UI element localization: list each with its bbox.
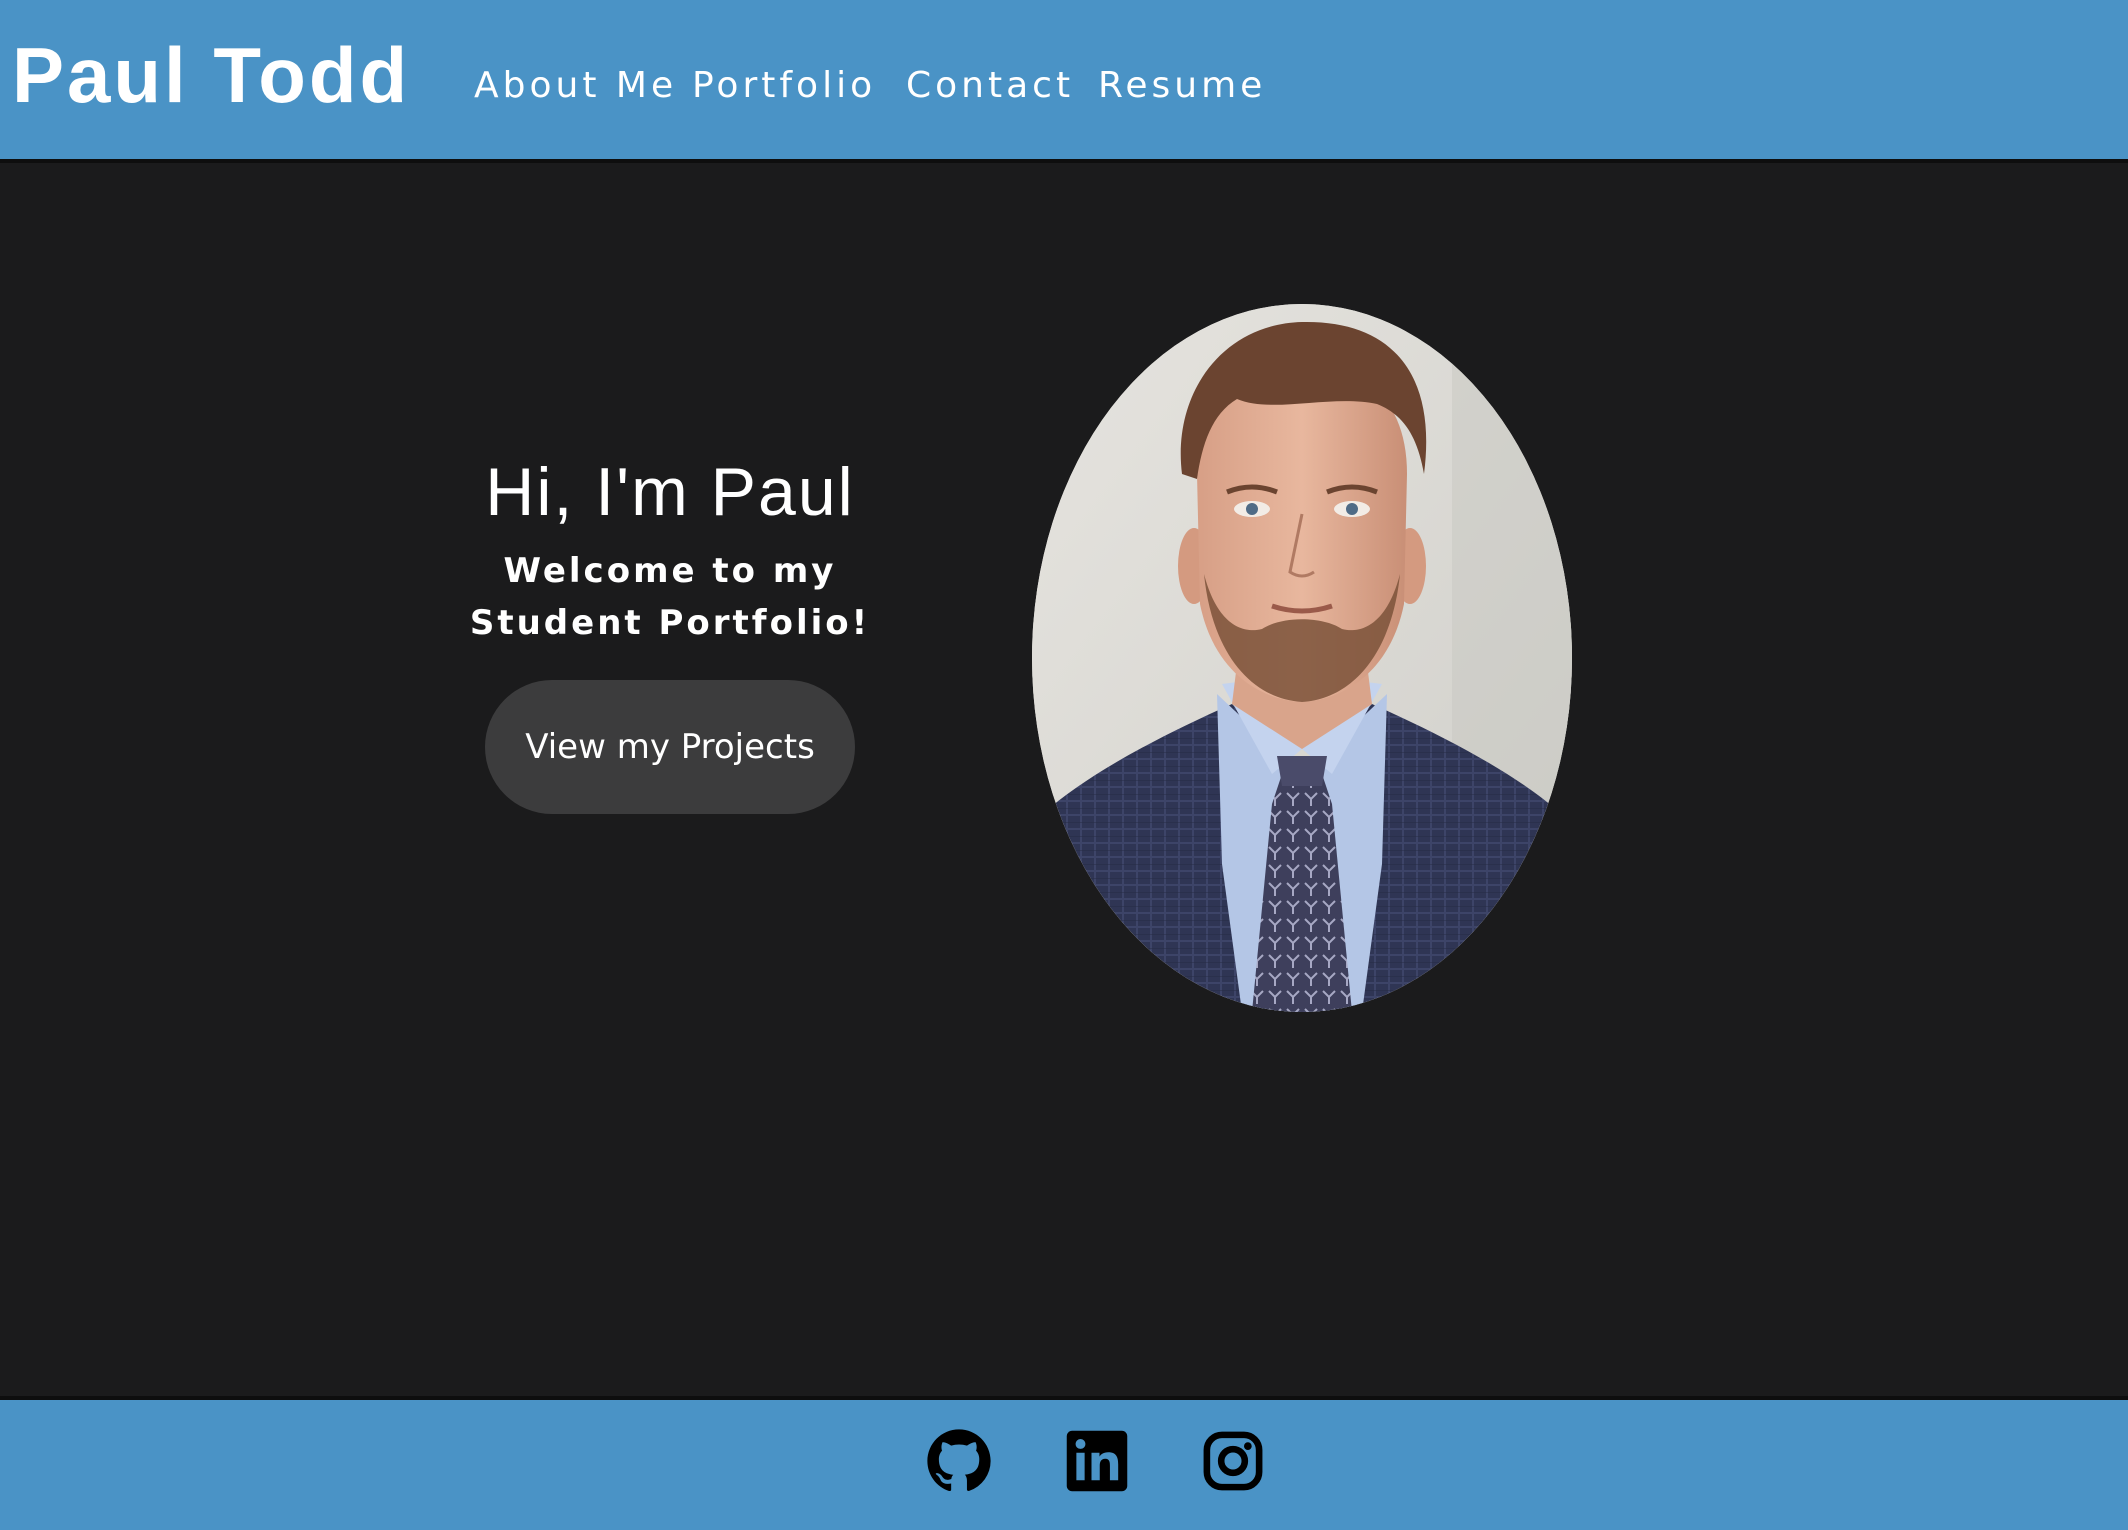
view-projects-button[interactable]: View my Projects xyxy=(485,680,855,814)
nav-link-contact[interactable]: Contact xyxy=(906,64,1074,108)
github-icon[interactable] xyxy=(926,1428,992,1494)
top-navigation-bar: Paul Todd About Me Portfolio Contact Res… xyxy=(0,0,2128,163)
nav-link-about-me[interactable]: About Me xyxy=(474,64,677,108)
nav-link-portfolio[interactable]: Portfolio xyxy=(692,64,876,108)
hero-greeting: Hi, I'm Paul xyxy=(485,454,855,530)
nav-link-resume[interactable]: Resume xyxy=(1098,64,1266,108)
site-brand-name[interactable]: Paul Todd xyxy=(12,30,410,120)
hero-subtitle: Welcome to my Student Portfolio! xyxy=(300,545,1040,649)
footer-social-bar xyxy=(0,1396,2128,1530)
hero-subtitle-line-2: Student Portfolio! xyxy=(469,603,871,643)
hero-subtitle-line-1: Welcome to my xyxy=(503,551,837,591)
linkedin-icon[interactable] xyxy=(1064,1428,1130,1494)
portrait-illustration xyxy=(1032,304,1572,1012)
instagram-icon[interactable] xyxy=(1200,1428,1266,1494)
profile-portrait-photo xyxy=(1032,304,1572,1012)
